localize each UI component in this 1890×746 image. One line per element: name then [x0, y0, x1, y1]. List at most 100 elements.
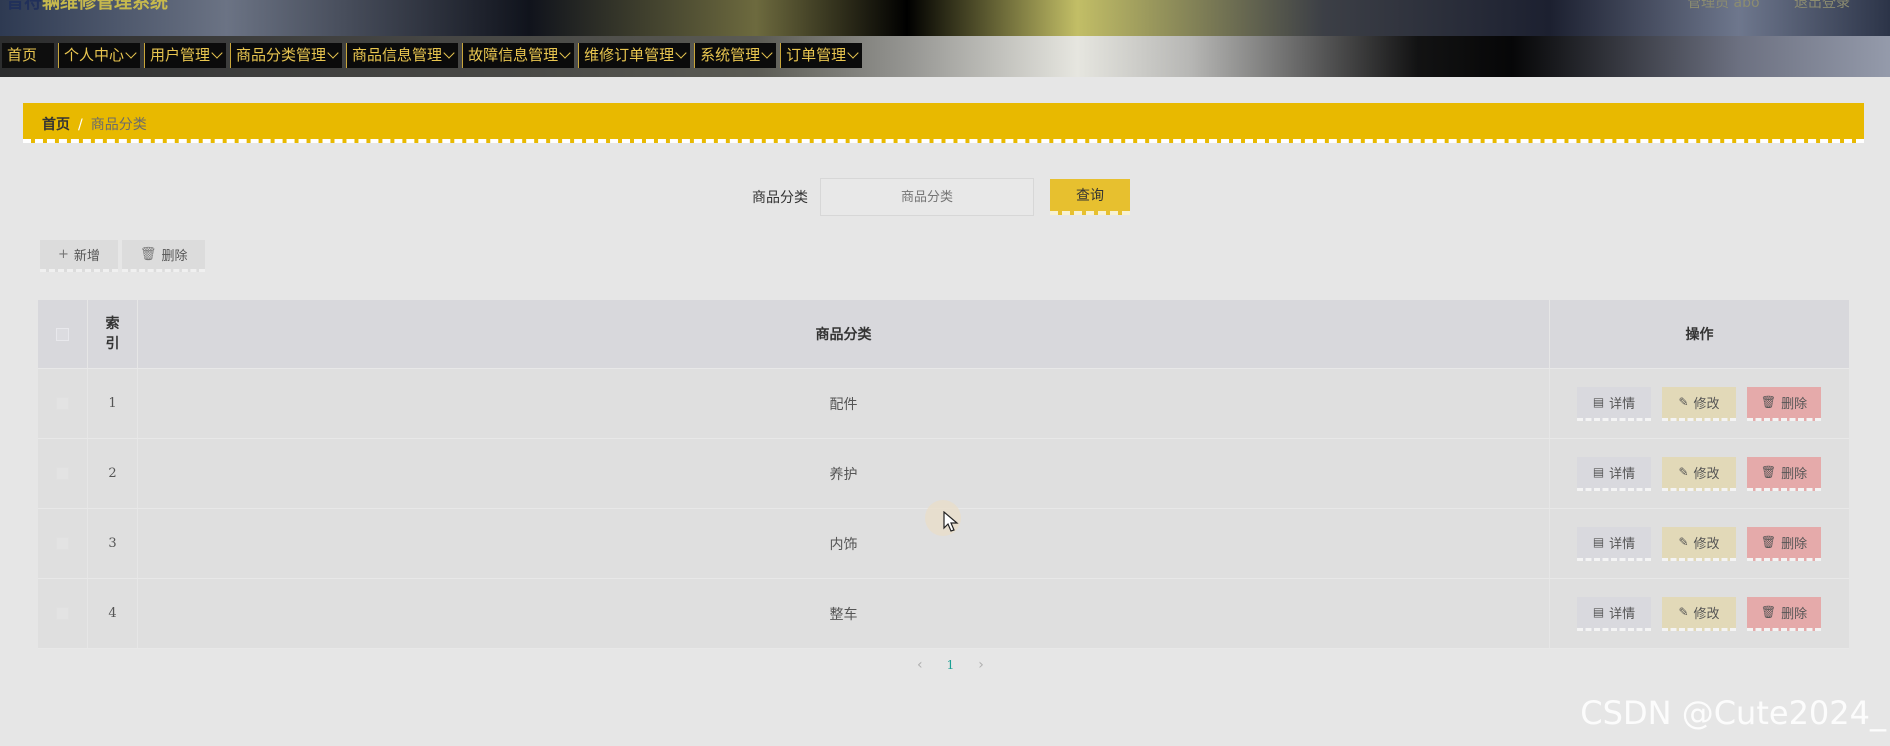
add-label: 新增	[73, 249, 100, 264]
action-row: + 新增 🗑 删除	[40, 240, 209, 272]
row-checkbox-cell	[38, 439, 88, 508]
edit-button[interactable]: ✎ 修改	[1662, 526, 1736, 561]
chevron-down-icon	[559, 47, 571, 59]
chevron-down-icon	[125, 47, 137, 59]
pencil-icon: ✎	[1678, 535, 1689, 549]
edit-label: 修改	[1693, 536, 1720, 552]
chevron-down-icon	[847, 47, 859, 59]
row-index: 2	[88, 439, 138, 508]
row-checkbox[interactable]	[56, 397, 69, 410]
breadcrumb-bar: 首页 / 商品分类	[23, 103, 1864, 143]
header-index-label: 索引	[105, 316, 120, 352]
table-row: 2 养护 ▤ 详情 ✎ 修改 🗑 删除	[38, 439, 1849, 509]
edit-button[interactable]: ✎ 修改	[1662, 596, 1736, 631]
nav-item-home[interactable]: 首页	[2, 43, 54, 68]
category-table: 索引 商品分类 操作 1 配件 ▤ 详情 ✎ 修改 🗑 删除 2 养护 ▤ 详情 ✎ 修改…	[38, 300, 1849, 649]
header-index: 索引	[88, 300, 138, 368]
trash-icon: 🗑	[1760, 535, 1777, 549]
delete-button[interactable]: 🗑 删除	[1747, 526, 1821, 561]
pencil-icon: ✎	[1678, 395, 1689, 409]
edit-button[interactable]: ✎ 修改	[1662, 456, 1736, 491]
pagination: ‹ 1 ›	[905, 657, 996, 673]
document-icon: ▤	[1592, 395, 1605, 409]
header-ops: 操作	[1685, 327, 1714, 343]
breadcrumb-separator: /	[78, 117, 83, 133]
nav-label: 商品信息管理	[352, 46, 443, 64]
row-checkbox-cell	[38, 509, 88, 578]
row-checkbox[interactable]	[56, 607, 69, 620]
user-area: 管理员 abo 退出登录	[1657, 0, 1850, 12]
nav-item-repair-order[interactable]: 维修订单管理	[578, 43, 691, 68]
delete-label: 删除	[1781, 466, 1808, 482]
chevron-down-icon	[675, 47, 687, 59]
nav-label: 故障信息管理	[468, 46, 559, 64]
nav-item-product[interactable]: 商品信息管理	[346, 43, 459, 68]
nav-item-orders[interactable]: 订单管理	[780, 43, 863, 68]
nav-label: 系统管理	[700, 46, 761, 64]
row-ops: ▤ 详情 ✎ 修改 🗑 删除	[1550, 509, 1849, 578]
nav-item-users[interactable]: 用户管理	[144, 43, 227, 68]
user-label[interactable]: 管理员 abo	[1687, 0, 1759, 11]
row-ops: ▤ 详情 ✎ 修改 🗑 删除	[1550, 369, 1849, 438]
row-name: 整车	[138, 579, 1550, 648]
search-label: 商品分类	[752, 190, 808, 206]
edit-button[interactable]: ✎ 修改	[1662, 386, 1736, 421]
detail-button[interactable]: ▤ 详情	[1577, 456, 1651, 491]
row-name: 内饰	[138, 509, 1550, 578]
row-checkbox[interactable]	[56, 537, 69, 550]
chevron-down-icon	[761, 47, 773, 59]
detail-button[interactable]: ▤ 详情	[1577, 386, 1651, 421]
table-row: 1 配件 ▤ 详情 ✎ 修改 🗑 删除	[38, 369, 1849, 439]
chevron-down-icon	[443, 47, 455, 59]
document-icon: ▤	[1592, 605, 1605, 619]
nav-item-personal[interactable]: 个人中心	[58, 43, 141, 68]
row-checkbox-cell	[38, 579, 88, 648]
edit-label: 修改	[1693, 606, 1720, 622]
row-ops: ▤ 详情 ✎ 修改 🗑 删除	[1550, 579, 1849, 648]
delete-label: 删除	[1781, 536, 1808, 552]
nav-item-system[interactable]: 系统管理	[694, 43, 777, 68]
detail-button[interactable]: ▤ 详情	[1577, 526, 1651, 561]
breadcrumb-home[interactable]: 首页	[42, 117, 70, 133]
document-icon: ▤	[1592, 535, 1605, 549]
nav-item-category[interactable]: 商品分类管理	[230, 43, 343, 68]
logout-link[interactable]: 退出登录	[1794, 0, 1850, 11]
document-icon: ▤	[1592, 465, 1605, 479]
delete-button[interactable]: 🗑 删除	[1747, 596, 1821, 631]
main-nav: 首页 个人中心 用户管理 商品分类管理 商品信息管理 故障信息管理 维修订单管理…	[2, 43, 866, 68]
detail-button[interactable]: ▤ 详情	[1577, 596, 1651, 631]
trash-icon: 🗑	[1760, 465, 1777, 479]
row-index: 3	[88, 509, 138, 578]
search-input[interactable]	[820, 178, 1034, 216]
batch-delete-button[interactable]: 🗑 删除	[121, 240, 206, 272]
nav-label: 商品分类管理	[236, 46, 327, 64]
edit-label: 修改	[1693, 466, 1720, 482]
nav-label: 个人中心	[64, 46, 125, 64]
table-row: 4 整车 ▤ 详情 ✎ 修改 🗑 删除	[38, 579, 1849, 649]
nav-label: 用户管理	[150, 46, 211, 64]
delete-button[interactable]: 🗑 删除	[1747, 386, 1821, 421]
select-all-checkbox[interactable]	[56, 327, 69, 341]
edit-label: 修改	[1693, 396, 1720, 412]
search-button[interactable]: 查询	[1050, 179, 1130, 215]
row-checkbox[interactable]	[56, 467, 69, 480]
detail-label: 详情	[1609, 396, 1636, 412]
header-checkbox-cell	[38, 300, 88, 368]
add-button[interactable]: + 新增	[40, 240, 118, 272]
pencil-icon: ✎	[1678, 605, 1689, 619]
mouse-cursor-icon	[943, 511, 959, 532]
nav-label: 首页	[7, 46, 38, 64]
nav-label: 订单管理	[786, 46, 847, 64]
nav-item-fault[interactable]: 故障信息管理	[462, 43, 575, 68]
delete-button[interactable]: 🗑 删除	[1747, 456, 1821, 491]
row-index: 4	[88, 579, 138, 648]
prev-page-button[interactable]: ‹	[917, 657, 923, 673]
breadcrumb-current: 商品分类	[90, 117, 147, 133]
system-title-text: 辆维修管理系统	[42, 0, 168, 13]
header-name: 商品分类	[138, 300, 1550, 368]
page-number[interactable]: 1	[947, 658, 955, 672]
next-page-button[interactable]: ›	[978, 657, 984, 673]
row-ops: ▤ 详情 ✎ 修改 🗑 删除	[1550, 439, 1849, 508]
watermark: CSDN @Cute2024_	[1580, 694, 1886, 732]
system-title: 音符辆维修管理系统	[6, 0, 168, 14]
